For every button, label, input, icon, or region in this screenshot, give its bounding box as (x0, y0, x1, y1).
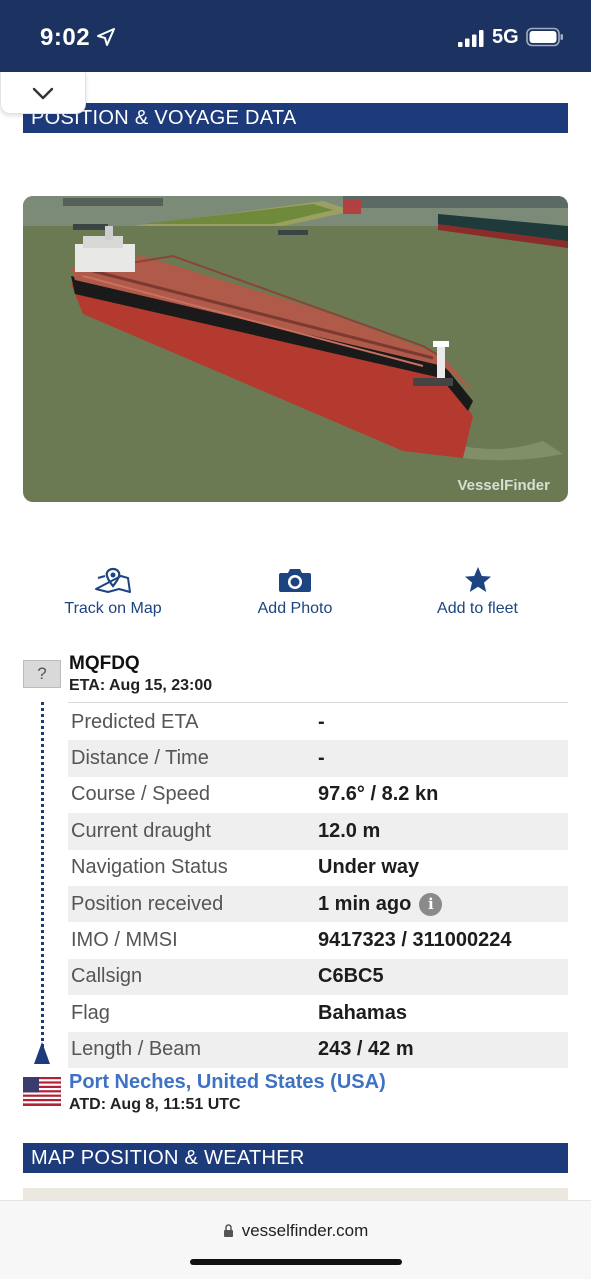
table-row: IMO / MMSI 9417323 / 311000224 (68, 922, 568, 958)
status-bar: 9:02 5G (0, 0, 591, 72)
track-on-map-label: Track on Map (64, 600, 162, 617)
row-value: - (318, 710, 325, 733)
position-received-value: 1 min ago (318, 892, 412, 915)
eta-label: ETA: Aug 15, 23:00 (69, 677, 213, 694)
row-key: Flag (71, 1001, 110, 1024)
row-key: Navigation Status (71, 856, 228, 879)
table-row: Distance / Time - (68, 740, 568, 777)
table-row: Length / Beam 243 / 42 m (68, 1031, 568, 1068)
table-row: Current draught 12.0 m (68, 813, 568, 850)
row-key: Distance / Time (71, 747, 209, 770)
vesselfinder-watermark: VesselFinder (457, 477, 550, 494)
row-value: Bahamas (318, 1001, 407, 1024)
row-key: Current draught (71, 819, 212, 842)
cellular-signal-icon (458, 30, 484, 47)
unknown-flag-icon: ? (23, 660, 61, 688)
table-row: Callsign C6BC5 (68, 958, 568, 996)
url-display[interactable]: vesselfinder.com (0, 1221, 591, 1241)
row-key: Predicted ETA (71, 710, 199, 733)
status-time: 9:02 (40, 24, 91, 51)
row-key: Callsign (71, 965, 143, 988)
track-on-map-button[interactable]: Track on Map (53, 566, 173, 622)
us-flag-icon (23, 1077, 61, 1106)
row-key: IMO / MMSI (71, 929, 178, 952)
table-row: Predicted ETA - (68, 704, 568, 740)
info-icon[interactable]: i (419, 892, 443, 916)
row-key: Position received (71, 892, 224, 915)
ship-photo[interactable]: VesselFinder (23, 196, 568, 502)
route-arrow-icon (34, 1042, 50, 1064)
row-value: - (318, 747, 325, 770)
row-value: 97.6° / 8.2 kn (318, 783, 439, 806)
table-row: Position received 1 min ago i (68, 885, 568, 923)
table-row: Flag Bahamas (68, 995, 568, 1031)
lock-icon (223, 1224, 233, 1237)
route-dotted-line (41, 702, 44, 1047)
browser-address-bar[interactable]: vesselfinder.com (0, 1200, 591, 1279)
add-to-fleet-label: Add to fleet (437, 600, 518, 617)
home-indicator[interactable] (190, 1259, 402, 1265)
divider (68, 702, 568, 703)
url-text: vesselfinder.com (241, 1221, 369, 1240)
row-value: C6BC5 (318, 965, 384, 988)
vessel-details-table: Predicted ETA - Distance / Time - Course… (68, 704, 568, 1068)
position-voyage-header: POSITION & VOYAGE DATA (23, 103, 568, 133)
collapse-button[interactable] (0, 72, 86, 114)
table-row: Course / Speed 97.6° / 8.2 kn (68, 777, 568, 813)
ship-photo-illustration (23, 196, 568, 502)
network-label: 5G (492, 26, 519, 48)
destination-name: MQFDQ (69, 653, 140, 674)
row-value: 1 min ago i (318, 892, 443, 916)
chevron-down-icon (32, 87, 54, 100)
map-weather-header: MAP POSITION & WEATHER (23, 1143, 568, 1173)
row-value: 9417323 / 311000224 (318, 929, 512, 952)
origin-port-link[interactable]: Port Neches, United States (USA) (69, 1071, 386, 1094)
atd-label: ATD: Aug 8, 11:51 UTC (69, 1096, 241, 1113)
map-preview[interactable] (23, 1188, 568, 1200)
camera-icon (279, 569, 311, 592)
add-photo-button[interactable]: Add Photo (245, 566, 345, 622)
add-to-fleet-button[interactable]: Add to fleet (425, 566, 530, 622)
row-key: Length / Beam (71, 1038, 202, 1061)
battery-icon (526, 27, 563, 47)
map-pin-icon (95, 567, 131, 593)
table-row: Navigation Status Under way (68, 850, 568, 886)
row-key: Course / Speed (71, 783, 210, 806)
row-value: 243 / 42 m (318, 1038, 414, 1061)
location-arrow-icon (97, 28, 115, 46)
add-photo-label: Add Photo (257, 600, 333, 617)
row-value: Under way (318, 856, 420, 879)
row-value: 12.0 m (318, 819, 381, 842)
star-icon (464, 567, 491, 592)
